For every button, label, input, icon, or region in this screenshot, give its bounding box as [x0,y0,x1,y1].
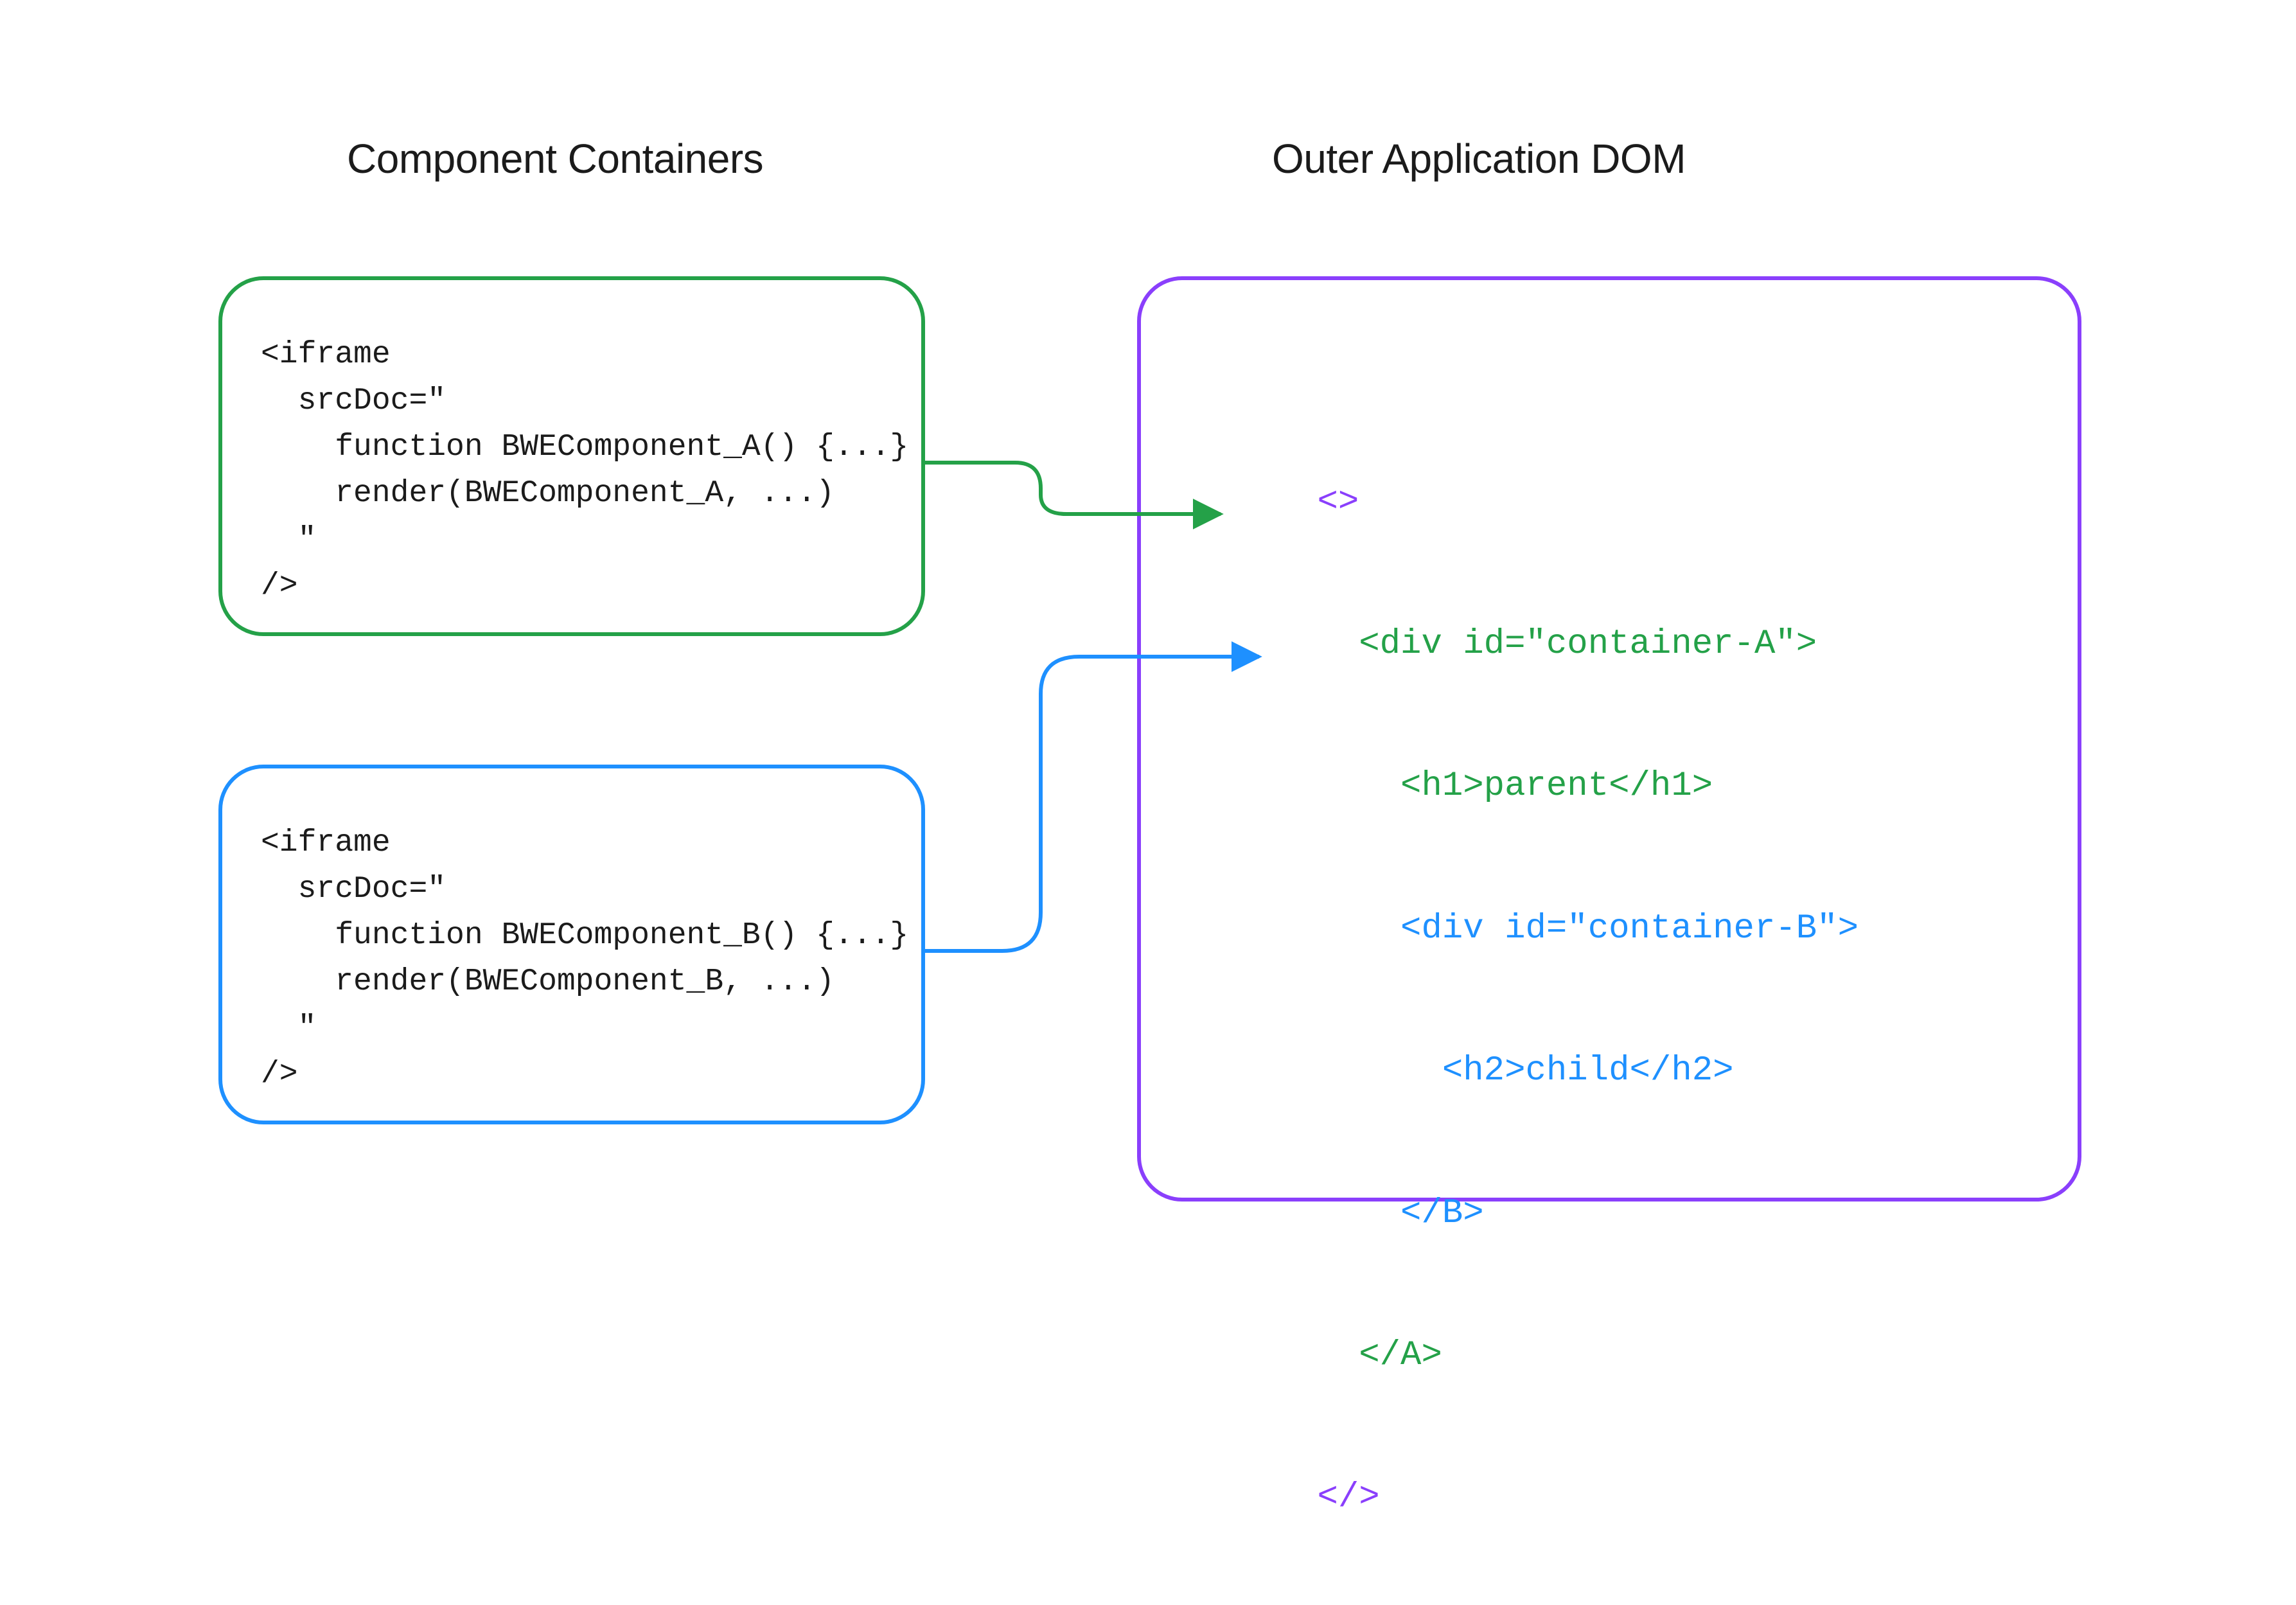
container-a-code: <iframe srcDoc=" function BWEComponent_A… [261,332,908,609]
outer-dom-box: <> <div id="container-A"> <h1>parent</h1… [1137,276,2081,1202]
container-box-a: <iframe srcDoc=" function BWEComponent_A… [218,276,925,636]
dom-a-h1: <h1>parent</h1> [1317,767,1713,806]
dom-a-open: <div id="container-A"> [1317,625,1817,664]
dom-b-open: <div id="container-B"> [1317,909,1859,948]
container-box-b: <iframe srcDoc=" function BWEComponent_B… [218,765,925,1124]
heading-outer-application-dom: Outer Application DOM [1272,135,1686,182]
dom-b-h2: <h2>child</h2> [1317,1051,1733,1090]
dom-fragment-open: <> [1317,483,1359,522]
container-b-code: <iframe srcDoc=" function BWEComponent_B… [261,820,908,1097]
heading-component-containers: Component Containers [347,135,763,182]
dom-fragment-close: </> [1317,1478,1379,1517]
dom-a-close: </A> [1317,1336,1442,1375]
diagram-canvas: Component Containers Outer Application D… [0,0,2296,1358]
outer-dom-code: <> <div id="container-A"> <h1>parent</h1… [1192,396,1859,1605]
dom-b-close: </B> [1317,1194,1483,1233]
